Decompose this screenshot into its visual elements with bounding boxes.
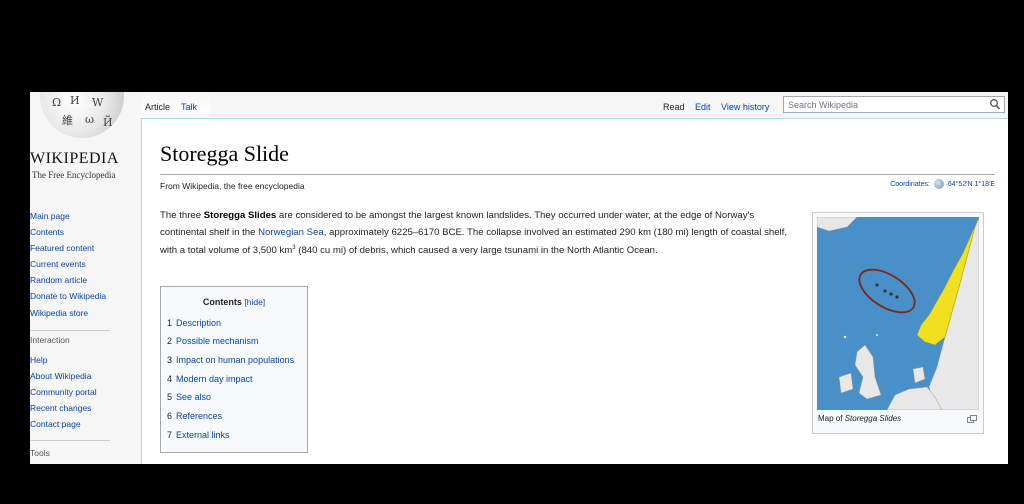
tab-view-history[interactable]: View history — [721, 102, 769, 112]
toc-title: Contents — [202, 297, 242, 307]
intro-bold-term: Storegga Slides — [203, 210, 277, 221]
sidebar-item-random-article[interactable]: Random article — [30, 272, 106, 288]
toc-header: Contents [hide] — [161, 297, 307, 307]
caption-italic: Storegga Slides — [844, 414, 902, 423]
toc-link[interactable]: External links — [176, 430, 230, 440]
sidebar-item-about[interactable]: About Wikipedia — [30, 368, 97, 384]
toc-item[interactable]: 3 Impact on human populations — [167, 355, 294, 365]
title-divider — [160, 174, 995, 175]
toc-item[interactable]: 6 References — [167, 411, 222, 421]
coordinates-label[interactable]: Coordinates: — [890, 181, 930, 188]
sidebar-item-current-events[interactable]: Current events — [30, 256, 106, 272]
toc-link[interactable]: Impact on human populations — [176, 355, 294, 365]
toc-number: 2 — [167, 336, 173, 346]
sidebar-divider — [30, 440, 110, 441]
coordinates: Coordinates: 64°52′N 1°18′E — [890, 179, 995, 189]
table-of-contents: Contents [hide] 1 Description 2 Possible m… — [160, 286, 308, 453]
puzzle-globe-icon: Ω И W 維 ω Й — [40, 92, 124, 138]
tab-read[interactable]: Read — [663, 102, 685, 112]
globe-glyph: 維 — [62, 114, 73, 127]
site-subtitle: From Wikipedia, the free encyclopedia — [160, 181, 305, 191]
intro-paragraph: The three Storegga Slides are considered… — [160, 207, 800, 259]
toc-number: 3 — [167, 355, 173, 365]
globe-glyph: И — [70, 94, 80, 107]
toc-number: 4 — [167, 374, 173, 384]
toc-number: 1 — [167, 318, 173, 328]
toc-item[interactable]: 1 Description — [167, 318, 221, 328]
wikipedia-wordmark: WIKIPEDIA — [30, 150, 119, 167]
globe-icon[interactable] — [933, 179, 944, 189]
sidebar-item-help[interactable]: Help — [30, 352, 97, 368]
toc-item[interactable]: 7 External links — [167, 430, 230, 440]
sidebar-item-community-portal[interactable]: Community portal — [30, 384, 97, 400]
toc-link[interactable]: Modern day impact — [176, 374, 253, 384]
sidebar-item-donate[interactable]: Donate to Wikipedia — [30, 288, 106, 304]
sidebar-item-featured-content[interactable]: Featured content — [30, 240, 106, 256]
sidebar-item-contents[interactable]: Contents — [30, 224, 106, 240]
toc-number: 5 — [167, 392, 173, 402]
sidebar-divider — [30, 330, 110, 331]
sidebar-heading-tools[interactable]: Tools — [30, 448, 50, 458]
sidebar-heading-interaction[interactable]: Interaction — [30, 335, 70, 345]
toc-item[interactable]: 4 Modern day impact — [167, 374, 253, 384]
toc-item[interactable]: 2 Possible mechanism — [167, 336, 259, 346]
toc-link[interactable]: Possible mechanism — [176, 336, 259, 346]
toc-number: 7 — [167, 430, 173, 440]
storegga-map[interactable] — [817, 217, 979, 410]
toc-number: 6 — [167, 411, 173, 421]
map-caption: Map of Storegga Slides — [818, 414, 901, 423]
page-title: Storegga Slide — [160, 141, 289, 166]
tab-talk[interactable]: Talk — [181, 102, 197, 112]
toc-link[interactable]: Description — [176, 318, 221, 328]
article-content: Storegga Slide From Wikipedia, the free … — [141, 118, 1008, 464]
tab-article[interactable]: Article — [145, 102, 170, 112]
map-thumbnail: Map of Storegga Slides — [812, 212, 984, 434]
norwegian-sea-link[interactable]: Norwegian Sea — [258, 227, 324, 238]
sidebar-item-contact-page[interactable]: Contact page — [30, 416, 97, 432]
wikipedia-logo[interactable]: Ω И W 維 ω Й WIKIPEDIA The Free Encyclope… — [30, 92, 150, 207]
toc-item[interactable]: 5 See also — [167, 392, 211, 402]
wikipedia-tagline: The Free Encyclopedia — [32, 170, 116, 180]
sidebar-item-store[interactable]: Wikipedia store — [30, 305, 106, 321]
globe-glyph: ω — [85, 113, 94, 126]
toc-hide-link[interactable]: [hide] — [244, 297, 265, 307]
intro-text: The three — [160, 210, 204, 221]
search-input[interactable]: Search Wikipedia — [783, 96, 1005, 113]
toc-link[interactable]: See also — [176, 392, 211, 402]
sidebar-interaction-nav: Help About Wikipedia Community portal Re… — [30, 352, 97, 432]
toc-link[interactable]: References — [176, 411, 222, 421]
search-placeholder: Search Wikipedia — [788, 100, 859, 110]
wikipedia-page: Ω И W 維 ω Й WIKIPEDIA The Free Encyclope… — [30, 92, 1008, 464]
sidebar-item-recent-changes[interactable]: Recent changes — [30, 400, 97, 416]
globe-glyph: W — [92, 96, 104, 109]
sidebar-item-main-page[interactable]: Main page — [30, 208, 106, 224]
caption-text: Map of — [818, 414, 845, 423]
intro-text: (840 cu mi) of debris, which caused a ve… — [295, 244, 658, 256]
globe-glyph: Ω — [52, 96, 62, 109]
sidebar-main-nav: Main page Contents Featured content Curr… — [30, 208, 106, 321]
coordinates-value[interactable]: 64°52′N 1°18′E — [948, 181, 995, 188]
tab-edit[interactable]: Edit — [695, 102, 711, 112]
globe-glyph: Й — [103, 116, 113, 129]
enlarge-icon[interactable] — [967, 415, 977, 423]
search-icon[interactable] — [989, 98, 1001, 111]
